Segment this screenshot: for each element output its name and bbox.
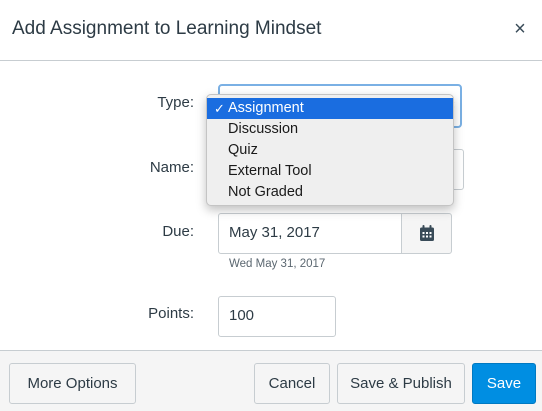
dialog-title: Add Assignment to Learning Mindset — [12, 18, 322, 39]
calendar-button[interactable] — [401, 213, 452, 254]
type-label: Type: — [157, 94, 194, 111]
add-assignment-dialog: Add Assignment to Learning Mindset × Typ… — [0, 0, 542, 411]
due-date-input[interactable]: May 31, 2017 — [218, 213, 402, 254]
option-label: Assignment — [228, 100, 304, 116]
due-label: Due: — [162, 223, 194, 240]
option-label: External Tool — [228, 163, 312, 179]
dialog-footer: More Options Cancel Save & Publish Save — [0, 350, 542, 411]
due-date-helper-text: Wed May 31, 2017 — [229, 258, 326, 270]
calendar-icon — [420, 225, 434, 241]
type-dropdown-menu: ✓ Assignment Discussion Quiz External To… — [206, 94, 454, 206]
points-label: Points: — [148, 305, 194, 322]
option-label: Discussion — [228, 121, 299, 137]
type-option-discussion[interactable]: Discussion — [207, 119, 453, 140]
type-option-not-graded[interactable]: Not Graded — [207, 182, 453, 203]
more-options-button[interactable]: More Options — [9, 363, 136, 404]
option-label: Quiz — [228, 142, 258, 158]
type-option-quiz[interactable]: Quiz — [207, 140, 453, 161]
save-and-publish-button[interactable]: Save & Publish — [337, 363, 465, 404]
dialog-header: Add Assignment to Learning Mindset × — [0, 0, 542, 61]
checkmark-icon: ✓ — [214, 101, 225, 116]
type-option-external-tool[interactable]: External Tool — [207, 161, 453, 182]
cancel-button[interactable]: Cancel — [254, 363, 330, 404]
name-label: Name: — [149, 159, 194, 176]
save-button[interactable]: Save — [472, 363, 536, 404]
type-option-assignment[interactable]: ✓ Assignment — [207, 98, 453, 119]
close-button[interactable]: × — [510, 17, 530, 41]
points-input[interactable]: 100 — [218, 296, 336, 337]
option-label: Not Graded — [228, 184, 303, 200]
